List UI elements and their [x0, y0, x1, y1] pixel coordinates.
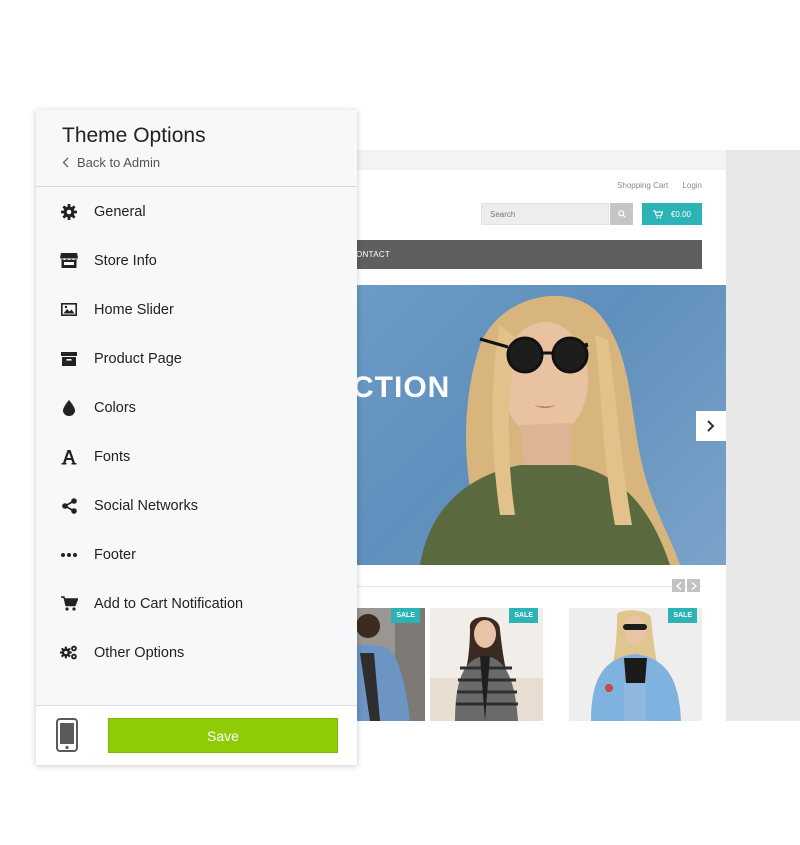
shopping-cart-link[interactable]: Shopping Cart: [617, 181, 668, 190]
drop-icon: [60, 399, 78, 417]
nav-item-contact[interactable]: ONTACT: [356, 250, 390, 259]
menu-item-general[interactable]: General: [36, 187, 357, 236]
menu-item-other-options[interactable]: Other Options: [36, 628, 357, 677]
menu-item-label: Colors: [94, 399, 136, 416]
menu-item-label: Store Info: [94, 252, 157, 269]
chevron-right-icon: [691, 581, 697, 590]
sale-badge: SALE: [509, 608, 538, 623]
chevron-right-icon: [707, 420, 715, 432]
chevron-left-icon: [62, 157, 69, 168]
hero-title: CTION: [352, 371, 451, 404]
menu-item-label: Product Page: [94, 350, 182, 367]
menu-item-label: Other Options: [94, 644, 185, 661]
cart-button[interactable]: €0.00: [642, 203, 702, 225]
menu-item-add-to-cart-notification[interactable]: Add to Cart Notification: [36, 579, 357, 628]
panel-footer: Save: [36, 705, 357, 765]
chevron-left-icon: [675, 581, 681, 590]
save-button[interactable]: Save: [108, 718, 338, 753]
search-icon: [617, 210, 626, 218]
cart-total: €0.00: [670, 209, 692, 219]
preview-side-band: [726, 150, 800, 721]
menu-item-social-networks[interactable]: Social Networks: [36, 481, 357, 530]
cart-icon: [60, 595, 78, 613]
image-icon: [60, 301, 78, 319]
section-divider: [340, 586, 702, 587]
share-icon: [60, 497, 78, 515]
menu-item-label: General: [94, 203, 146, 220]
back-to-admin-link[interactable]: Back to Admin: [62, 155, 160, 170]
menu-item-footer[interactable]: Footer: [36, 530, 357, 579]
mobile-device-icon: [56, 718, 78, 752]
menu-item-label: Home Slider: [94, 301, 174, 318]
archive-box-icon: [60, 350, 78, 368]
gear-icon: [60, 203, 78, 221]
search-button[interactable]: [610, 203, 633, 225]
product-image: [569, 608, 702, 721]
sale-badge: SALE: [391, 608, 420, 623]
store-icon: [60, 252, 78, 270]
header-links: Shopping Cart Login: [605, 181, 702, 190]
theme-options-panel: Theme Options Back to Admin General Stor…: [36, 110, 357, 765]
product-card[interactable]: SALE: [430, 608, 543, 721]
panel-title: Theme Options: [62, 124, 206, 147]
menu-item-label: Social Networks: [94, 497, 198, 514]
slider-next-button[interactable]: [696, 411, 726, 441]
sale-badge: SALE: [668, 608, 697, 623]
menu-item-product-page[interactable]: Product Page: [36, 334, 357, 383]
menu-item-label: Footer: [94, 546, 136, 563]
product-image: [430, 608, 543, 721]
carousel-prev-button[interactable]: [672, 579, 685, 592]
menu-item-label: Fonts: [94, 448, 131, 465]
menu-item-colors[interactable]: Colors: [36, 383, 357, 432]
ellipsis-icon: [60, 546, 78, 564]
hero-slider: CTION: [340, 285, 726, 565]
main-navigation: ONTACT: [340, 240, 702, 269]
hero-image: [420, 295, 680, 565]
carousel-pager: [672, 579, 700, 592]
menu-item-label: Add to Cart Notification: [94, 595, 244, 612]
carousel-next-button[interactable]: [687, 579, 700, 592]
mobile-preview-toggle[interactable]: [56, 718, 78, 757]
cart-icon: [653, 209, 663, 219]
store-preview: Shopping Cart Login €0.00 ONTACT: [340, 150, 726, 721]
font-icon: [60, 448, 78, 466]
back-to-admin-label: Back to Admin: [77, 155, 161, 170]
preview-topbar: [340, 150, 726, 170]
product-card[interactable]: SALE: [569, 608, 702, 721]
search-box: [481, 203, 609, 225]
gears-icon: [60, 644, 78, 662]
menu-item-fonts[interactable]: Fonts: [36, 432, 357, 481]
options-menu: General Store Info Home Slider Product P…: [36, 187, 357, 677]
login-link[interactable]: Login: [682, 181, 702, 190]
menu-item-home-slider[interactable]: Home Slider: [36, 285, 357, 334]
search-input[interactable]: [482, 204, 608, 225]
menu-item-store-info[interactable]: Store Info: [36, 236, 357, 285]
